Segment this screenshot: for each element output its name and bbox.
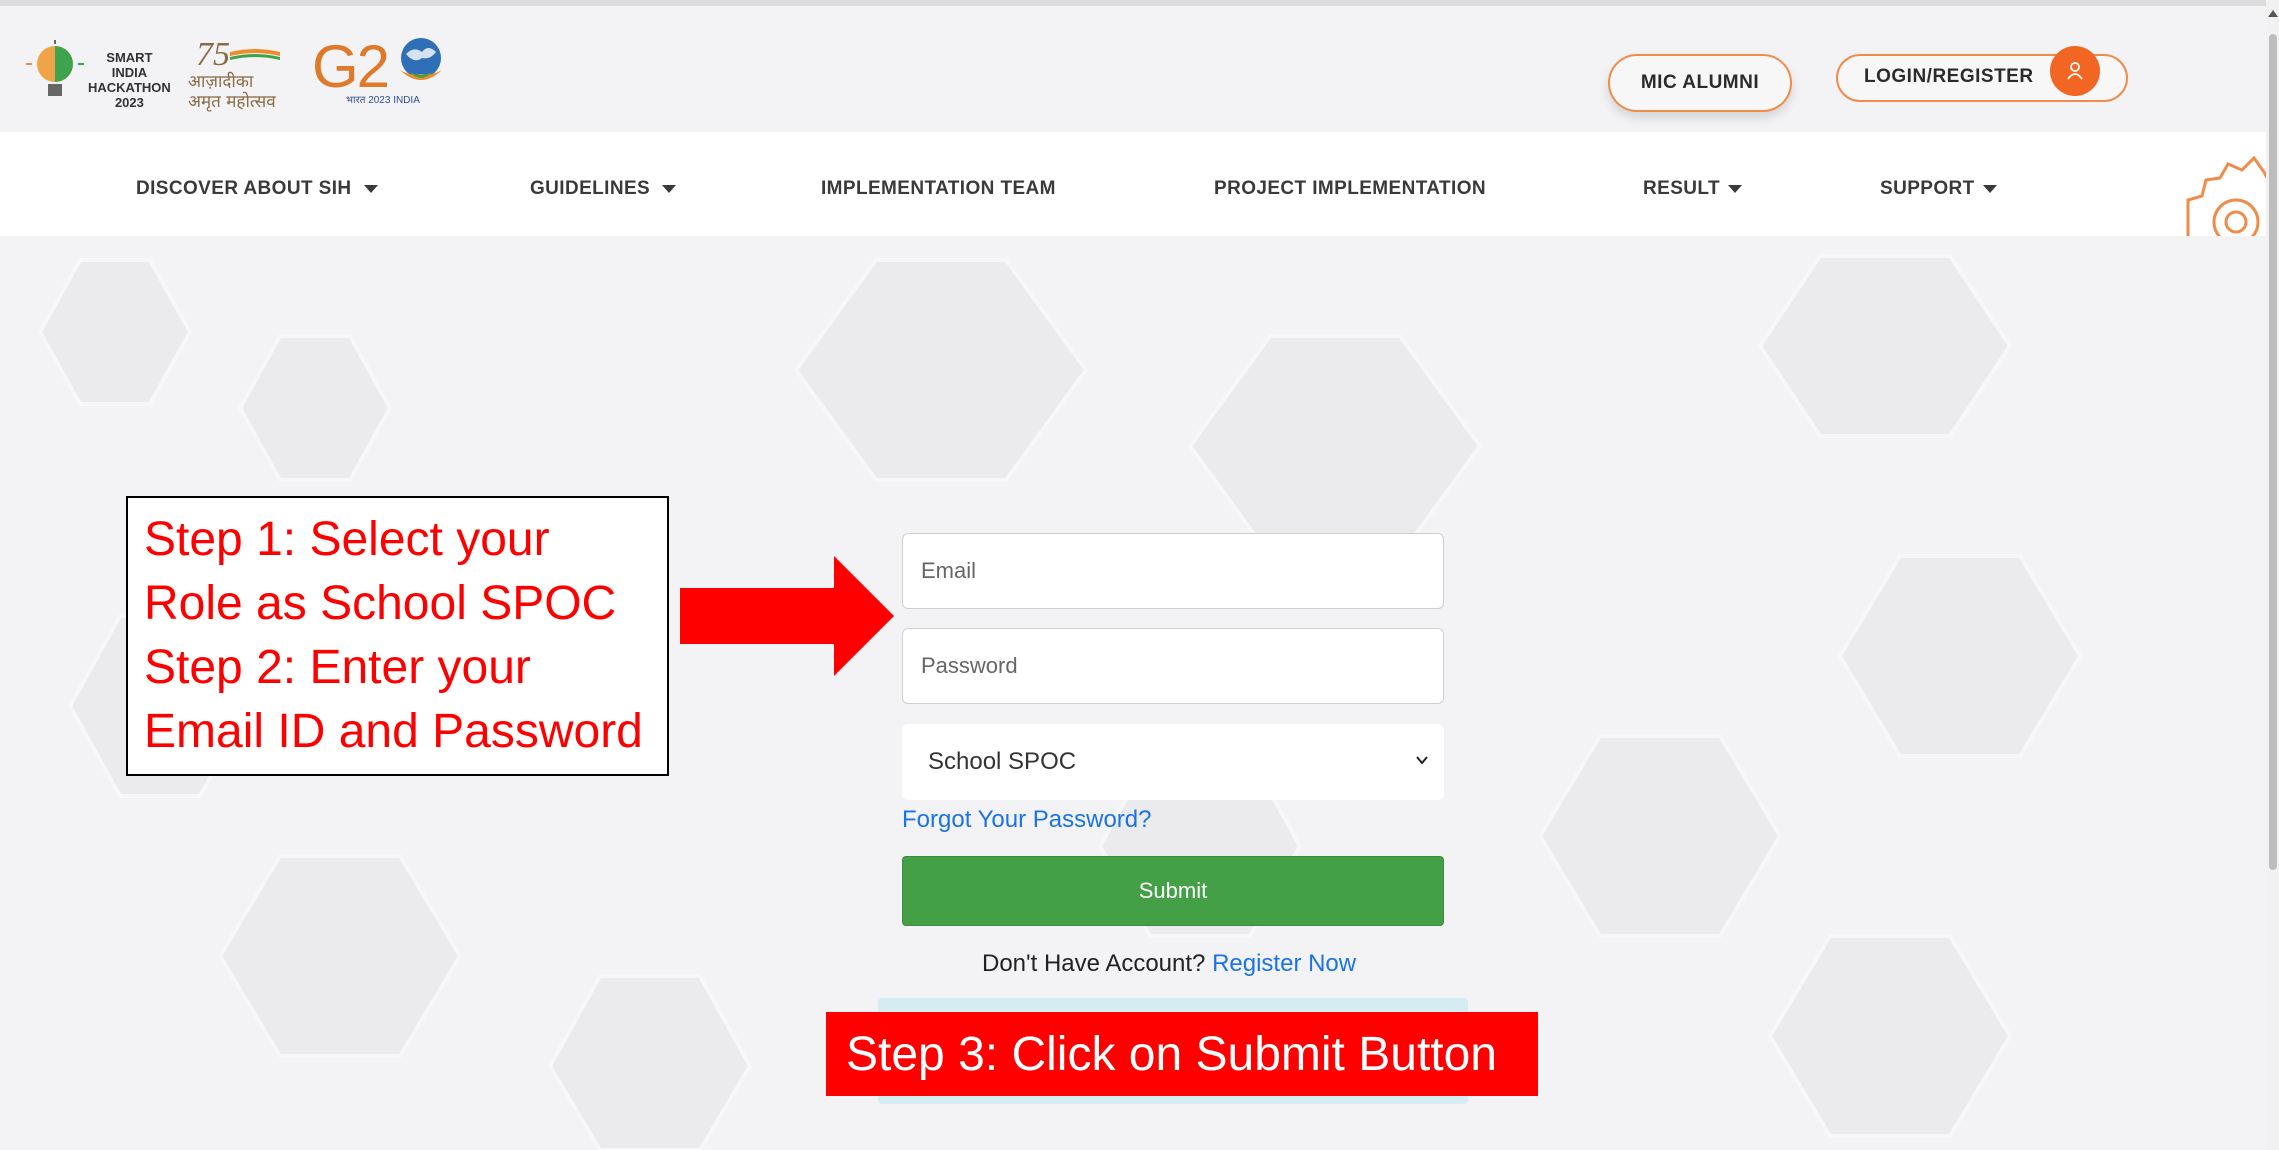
nav-item-label: DISCOVER ABOUT SIH [136,178,352,199]
sih-logo-line1: SMART INDIA [106,50,153,80]
azadi-logo-line2: अमृत महोत्सव [188,92,276,112]
nav-item-guidelines[interactable]: GUIDELINES [530,178,677,200]
lightbulb-icon [26,40,84,96]
nav-item-project-implementation[interactable]: PROJECT IMPLEMENTATION [1214,178,1486,200]
nav-item-label: PROJECT IMPLEMENTATION [1214,178,1486,199]
step3-annotation: Step 3: Click on Submit Button [826,1012,1538,1096]
g20-logo-text: G2 [312,33,390,100]
site-header: SMART INDIA HACKATHON 2023 75 आज़ादीका अ… [0,6,2279,132]
role-select[interactable]: School SPOC [902,724,1444,800]
scroll-up-arrow-icon[interactable] [2268,10,2278,17]
g20-logo: G2 भारत 2023 INDIA [312,32,452,112]
nav-item-label: IMPLEMENTATION TEAM [821,178,1056,199]
right-arrow-icon [680,556,894,676]
main-navigation: DISCOVER ABOUT SIH GUIDELINES IMPLEMENTA… [0,132,2279,236]
nav-item-label: RESULT [1643,178,1720,199]
caret-down-icon [363,185,378,193]
azadi-logo-number: 75 [196,36,230,73]
person-icon [2067,62,2083,80]
login-register-label: LOGIN/REGISTER [1864,66,2034,87]
user-icon[interactable] [2050,46,2100,96]
nav-item-implementation-team[interactable]: IMPLEMENTATION TEAM [821,178,1056,200]
email-input[interactable]: Email [902,533,1444,609]
annotation-line: Step 1: Select your [144,513,550,566]
nav-item-label: GUIDELINES [530,178,651,199]
annotation-line: Role as School SPOC [144,577,617,630]
globe-lotus-icon [400,38,442,80]
password-input[interactable]: Password [902,628,1444,704]
nav-item-result[interactable]: RESULT [1643,178,1742,200]
gear-decoration-icon [2186,155,2268,236]
nav-item-label: SUPPORT [1880,178,1975,199]
caret-down-icon [662,185,677,193]
nav-item-discover-about-sih[interactable]: DISCOVER ABOUT SIH [136,178,378,200]
no-account-text: Don't Have Account? [982,950,1206,977]
annotation-line: Step 2: Enter your [144,641,531,694]
flag-icon [230,49,280,60]
mic-alumni-button[interactable]: MIC ALUMNI [1608,54,1792,112]
caret-down-icon [1728,185,1742,193]
caret-down-icon [1982,185,1997,193]
step1-2-annotation: Step 1: Select your Role as School SPOC … [126,496,669,776]
nav-item-support[interactable]: SUPPORT [1880,178,1997,200]
sih-logo[interactable]: SMART INDIA HACKATHON 2023 [26,32,171,110]
register-now-link[interactable]: Register Now [1212,950,1356,977]
sih-logo-line2: HACKATHON [88,80,171,95]
scrollbar-thumb[interactable] [2269,34,2277,870]
azadi-ka-amrit-mahotsav-logo: 75 आज़ादीका अमृत महोत्सव [188,36,292,112]
no-account-prompt: Don't Have Account? Register Now [982,950,1356,978]
role-select-value: School SPOC [928,748,1077,775]
g20-logo-subtitle: भारत 2023 INDIA [346,95,420,106]
submit-button[interactable]: Submit [902,856,1444,926]
forgot-password-link[interactable]: Forgot Your Password? [902,806,1151,834]
sih-logo-line3: 2023 [114,95,144,110]
annotation-line: Email ID and Password [144,705,643,758]
azadi-logo-line1: आज़ादीका [188,72,254,92]
chevron-down-icon [1416,756,1428,765]
